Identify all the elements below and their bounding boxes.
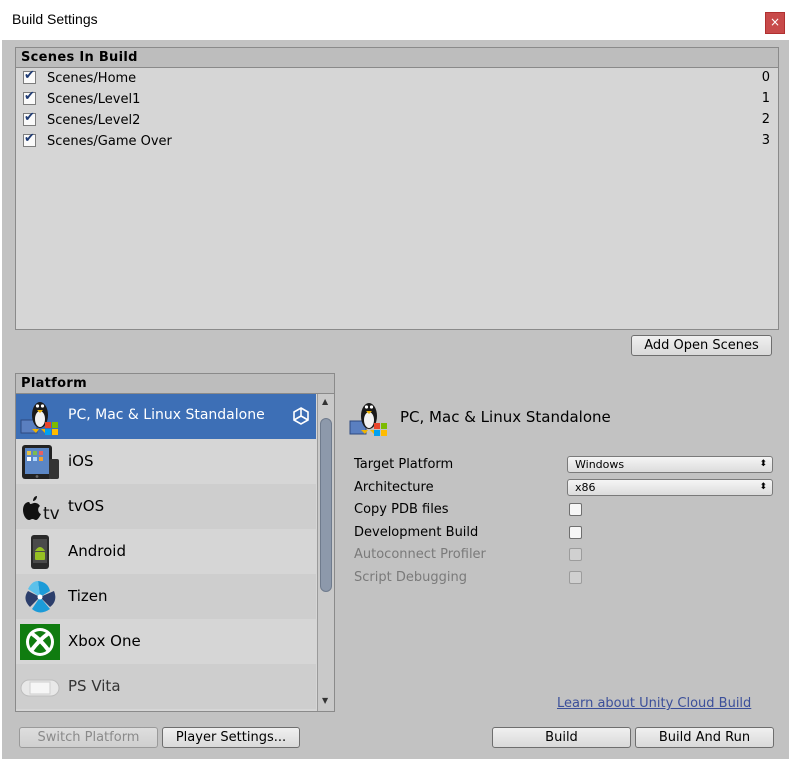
checkmark-icon: ✔ — [24, 110, 35, 125]
platform-item-standalone[interactable]: PC, Mac & Linux Standalone — [16, 394, 316, 439]
updown-arrows-icon: ⬍ — [759, 482, 767, 492]
platform-header: Platform — [16, 374, 334, 394]
target-platform-dropdown[interactable]: Windows ⬍ — [567, 456, 773, 473]
platform-list-scrollbar[interactable]: ▲ ▼ — [317, 394, 334, 711]
add-open-scenes-button[interactable]: Add Open Scenes — [631, 335, 772, 356]
platform-label: tvOS — [68, 497, 105, 515]
scene-row[interactable]: ✔ Scenes/Home 0 — [16, 68, 778, 90]
scene-index: 2 — [761, 112, 770, 127]
scene-row[interactable]: ✔ Scenes/Level1 1 — [16, 89, 778, 111]
scene-include-checkbox[interactable]: ✔ — [23, 110, 36, 126]
checkmark-icon: ✔ — [24, 131, 35, 146]
scene-name: Scenes/Level1 — [47, 92, 141, 107]
scene-index: 3 — [761, 133, 770, 148]
copy-pdb-files-checkbox[interactable] — [569, 503, 582, 516]
android-phone-icon — [31, 535, 49, 569]
scenes-in-build-header: Scenes In Build — [16, 48, 778, 68]
scene-name: Scenes/Game Over — [47, 134, 172, 149]
platform-item-ios[interactable]: iOS — [16, 439, 316, 484]
script-debugging-label: Script Debugging — [354, 570, 467, 585]
build-settings-body: Scenes In Build ✔ Scenes/Home 0 ✔ Scenes… — [2, 40, 789, 759]
window-title: Build Settings — [12, 11, 98, 27]
checkmark-icon: ✔ — [24, 68, 35, 83]
scene-include-checkbox[interactable]: ✔ — [23, 131, 36, 147]
apple-tv-icon: tv — [23, 496, 60, 524]
scenes-in-build-panel: Scenes In Build ✔ Scenes/Home 0 ✔ Scenes… — [15, 47, 779, 330]
script-debugging-checkbox — [569, 571, 582, 584]
xbox-icon — [20, 624, 60, 660]
platform-label: Xbox One — [68, 632, 141, 650]
platform-item-tizen[interactable]: Tizen — [16, 574, 316, 619]
scene-row[interactable]: ✔ Scenes/Level2 2 — [16, 110, 778, 132]
checkmark-icon: ✔ — [24, 89, 35, 104]
autoconnect-profiler-label: Autoconnect Profiler — [354, 547, 486, 562]
scene-name: Scenes/Home — [47, 71, 137, 86]
target-platform-value: Windows — [575, 458, 625, 471]
scene-include-checkbox[interactable]: ✔ — [23, 68, 36, 84]
architecture-label: Architecture — [354, 480, 434, 495]
build-button[interactable]: Build — [492, 727, 631, 748]
target-platform-label: Target Platform — [354, 457, 454, 472]
platform-panel: Platform PC, Mac & Linux Standalone iOS … — [15, 373, 335, 712]
scene-row[interactable]: ✔ Scenes/Game Over 3 — [16, 131, 778, 153]
autoconnect-profiler-checkbox — [569, 548, 582, 561]
linux-tux-icon — [349, 403, 387, 436]
build-and-run-button[interactable]: Build And Run — [635, 727, 774, 748]
ps-vita-icon — [20, 679, 60, 697]
architecture-dropdown[interactable]: x86 ⬍ — [567, 479, 773, 496]
updown-arrows-icon: ⬍ — [759, 459, 767, 469]
architecture-value: x86 — [575, 481, 596, 494]
close-button[interactable]: × — [765, 12, 785, 34]
switch-platform-button[interactable]: Switch Platform — [19, 727, 158, 748]
title-bar: Build Settings × — [0, 0, 791, 40]
linux-tux-icon — [20, 402, 58, 435]
development-build-checkbox[interactable] — [569, 526, 582, 539]
tizen-icon — [25, 581, 56, 613]
copy-pdb-files-label: Copy PDB files — [354, 502, 449, 517]
unity-logo-icon — [293, 407, 309, 425]
ipad-icon — [22, 445, 59, 479]
player-settings-button[interactable]: Player Settings... — [162, 727, 300, 748]
scene-index: 1 — [761, 91, 770, 106]
platform-label: PS Vita — [68, 677, 121, 695]
platform-label: iOS — [68, 452, 94, 470]
scene-index: 0 — [761, 70, 770, 85]
platform-label: Tizen — [68, 587, 108, 605]
platform-item-ps-vita[interactable]: PS Vita — [16, 664, 316, 709]
platform-item-xbox-one[interactable]: Xbox One — [16, 619, 316, 664]
platform-item-tvos[interactable]: tv tvOS — [16, 484, 316, 529]
scene-name: Scenes/Level2 — [47, 113, 141, 128]
selected-platform-title: PC, Mac & Linux Standalone — [400, 408, 611, 426]
platform-item-android[interactable]: Android — [16, 529, 316, 574]
close-icon: × — [769, 15, 781, 29]
scroll-down-arrow-icon[interactable]: ▼ — [322, 696, 328, 705]
scene-include-checkbox[interactable]: ✔ — [23, 89, 36, 105]
scroll-thumb[interactable] — [320, 418, 332, 592]
platform-list: PC, Mac & Linux Standalone iOS tv tvOS A… — [16, 394, 316, 711]
platform-label: Android — [68, 542, 126, 560]
svg-text:tv: tv — [43, 504, 60, 524]
development-build-label: Development Build — [354, 525, 479, 540]
scroll-up-arrow-icon[interactable]: ▲ — [322, 397, 328, 406]
unity-cloud-build-link[interactable]: Learn about Unity Cloud Build — [557, 696, 751, 711]
platform-label: PC, Mac & Linux Standalone — [68, 407, 265, 423]
